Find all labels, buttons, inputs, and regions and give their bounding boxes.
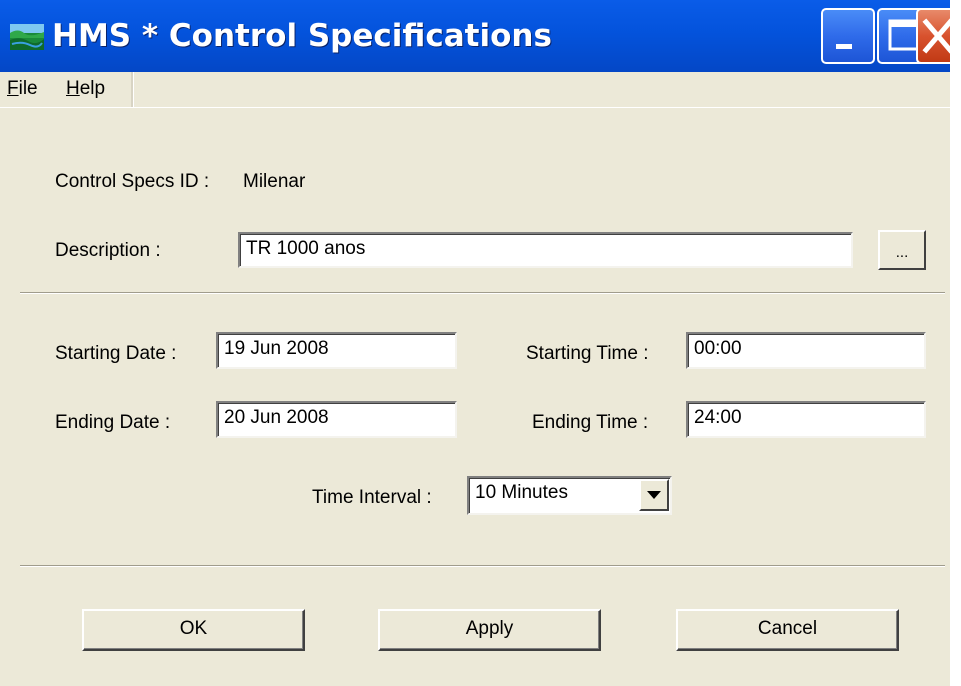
control-specs-id-value: Milenar (243, 171, 306, 192)
ending-time-input[interactable]: 24:00 (686, 401, 926, 438)
menu-bar: File Help (0, 72, 950, 108)
minimize-icon (836, 44, 852, 49)
menu-help[interactable]: Help (66, 78, 105, 100)
starting-time-label: Starting Time : (526, 343, 649, 364)
time-interval-select[interactable]: 10 Minutes (467, 476, 672, 515)
starting-time-input[interactable]: 00:00 (686, 332, 926, 369)
ending-date-label: Ending Date : (55, 412, 171, 433)
starting-date-input[interactable]: 19 Jun 2008 (216, 332, 457, 369)
menu-separator (131, 72, 134, 107)
menu-file[interactable]: File (7, 78, 38, 100)
cancel-button[interactable]: Cancel (676, 609, 899, 651)
control-specs-id-label: Control Specs ID : (55, 171, 210, 192)
description-label: Description : (55, 240, 161, 261)
minimize-button[interactable] (821, 8, 875, 64)
hms-app-icon (10, 24, 44, 50)
ok-button[interactable]: OK (82, 609, 305, 651)
chevron-down-icon (647, 491, 661, 499)
ok-button-label: OK (179, 618, 208, 639)
apply-button[interactable]: Apply (378, 609, 601, 651)
browse-button[interactable]: ... (878, 230, 926, 270)
time-interval-value: 10 Minutes (475, 482, 568, 503)
description-input[interactable]: TR 1000 anos (238, 232, 853, 268)
menu-help-label: elp (79, 78, 106, 99)
starting-date-label: Starting Date : (55, 343, 177, 364)
title-bar[interactable]: HMS * Control Specifications (0, 0, 952, 72)
close-icon (922, 18, 952, 54)
ending-date-input[interactable]: 20 Jun 2008 (216, 401, 457, 438)
ending-time-label: Ending Time : (532, 412, 649, 433)
window-title: HMS * Control Specifications (52, 18, 552, 54)
menu-file-accel: F (7, 78, 19, 99)
cancel-button-label: Cancel (757, 618, 818, 639)
menu-file-label: ile (18, 78, 38, 99)
menu-help-accel: H (66, 78, 80, 99)
close-button[interactable] (916, 8, 952, 64)
control-specifications-window: HMS * Control Specifications File Help C… (0, 0, 952, 686)
browse-button-label: ... (895, 244, 909, 261)
time-interval-dropdown-button[interactable] (639, 479, 669, 511)
apply-button-label: Apply (465, 618, 514, 639)
separator-top (20, 292, 945, 294)
time-interval-label: Time Interval : (312, 487, 432, 508)
separator-bottom (20, 565, 945, 567)
